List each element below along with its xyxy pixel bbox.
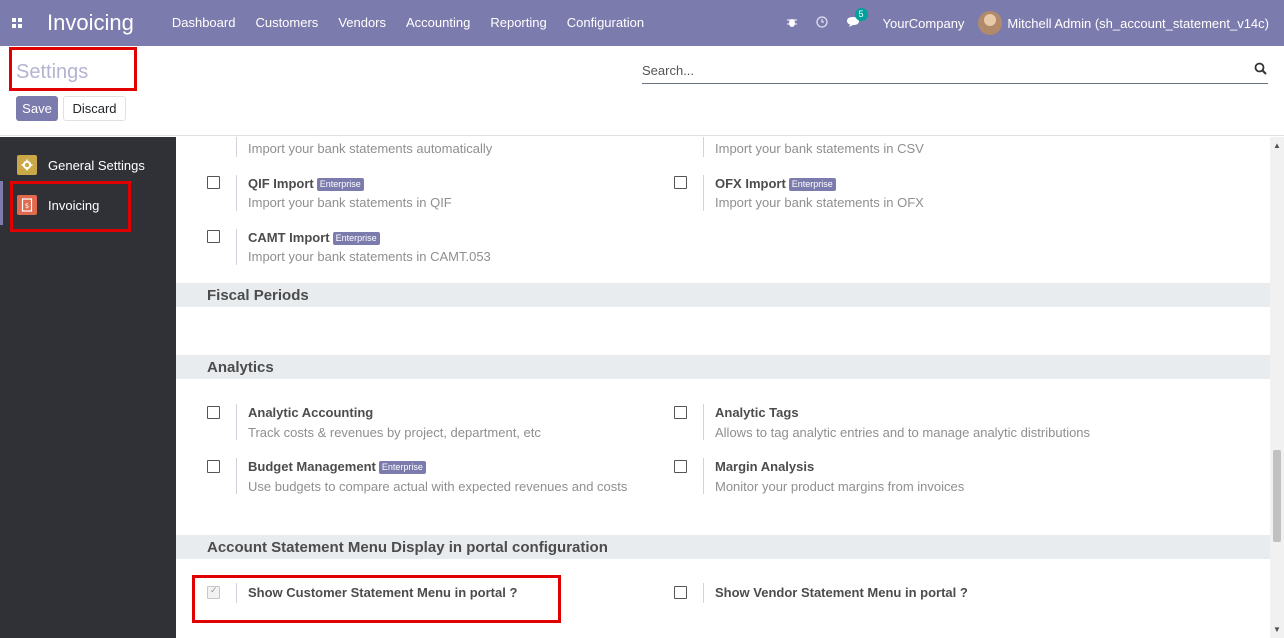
content-scrollbar[interactable]: ▲ ▼ (1270, 137, 1284, 638)
section-header-account-statement: Account Statement Menu Display in portal… (176, 535, 1270, 559)
menu-configuration[interactable]: Configuration (557, 0, 654, 46)
vendor-statement-checkbox[interactable] (674, 586, 687, 599)
setting-divider (236, 175, 237, 211)
main-menu: Dashboard Customers Vendors Accounting R… (162, 0, 654, 46)
setting-divider (703, 175, 704, 211)
camt-import-title: CAMT Import Enterprise (248, 230, 380, 245)
ofx-import-checkbox[interactable] (674, 176, 687, 189)
analytic-tags-checkbox[interactable] (674, 406, 687, 419)
gear-icon (17, 155, 37, 175)
ofx-import-title: OFX Import Enterprise (715, 176, 836, 191)
setting-description: Import your bank statements in CSV (715, 141, 924, 156)
setting-divider (236, 458, 237, 494)
settings-content: Import your bank statements automaticall… (176, 137, 1270, 638)
menu-vendors[interactable]: Vendors (328, 0, 396, 46)
section-header-fiscal-periods: Fiscal Periods (176, 283, 1270, 307)
menu-customers[interactable]: Customers (245, 0, 328, 46)
save-button[interactable]: Save (16, 96, 58, 121)
user-menu[interactable]: Mitchell Admin (sh_account_statement_v14… (1007, 16, 1269, 31)
setting-description: Monitor your product margins from invoic… (715, 479, 965, 494)
setting-divider (703, 583, 704, 603)
setting-title-text: OFX Import (715, 176, 786, 191)
camt-import-checkbox[interactable] (207, 230, 220, 243)
analytic-accounting-title: Analytic Accounting (248, 405, 374, 420)
margin-analysis-title: Margin Analysis (715, 459, 815, 474)
setting-description: Import your bank statements in OFX (715, 195, 924, 210)
menu-reporting[interactable]: Reporting (480, 0, 556, 46)
scroll-up-arrow-icon[interactable]: ▲ (1273, 141, 1281, 150)
menu-accounting[interactable]: Accounting (396, 0, 480, 46)
margin-analysis-checkbox[interactable] (674, 460, 687, 473)
sidebar-active-indicator (0, 181, 3, 225)
section-title: Fiscal Periods (207, 287, 309, 304)
section-title: Analytics (207, 359, 274, 376)
setting-description: Import your bank statements in CAMT.053 (248, 249, 491, 264)
messages-icon[interactable]: 5 (846, 7, 868, 31)
sidebar-item-label: General Settings (48, 157, 145, 173)
setting-divider (703, 137, 704, 157)
setting-divider (703, 404, 704, 440)
navbar-systray: 5 YourCompany Mitchell Admin (sh_account… (777, 0, 1284, 46)
control-panel: Settings Save Discard Search... (0, 46, 1284, 136)
section-title: Account Statement Menu Display in portal… (207, 539, 608, 556)
search-icon[interactable] (1254, 62, 1268, 76)
section-header-analytics: Analytics (176, 355, 1270, 379)
apps-menu-icon[interactable] (0, 0, 34, 46)
search-input[interactable]: Search... (642, 60, 1268, 84)
search-placeholder: Search... (642, 63, 695, 78)
sidebar-item-general-settings[interactable]: General Settings (17, 155, 145, 175)
enterprise-badge: Enterprise (316, 178, 364, 191)
budget-management-title: Budget Management Enterprise (248, 459, 426, 474)
setting-divider (236, 404, 237, 440)
budget-management-checkbox[interactable] (207, 460, 220, 473)
setting-description: Track costs & revenues by project, depar… (248, 425, 541, 440)
bug-icon[interactable] (786, 16, 798, 31)
enterprise-badge: Enterprise (378, 461, 426, 474)
qif-import-checkbox[interactable] (207, 176, 220, 189)
analytic-accounting-checkbox[interactable] (207, 406, 220, 419)
setting-description: Import your bank statements automaticall… (248, 141, 493, 156)
enterprise-badge: Enterprise (788, 178, 836, 191)
setting-description: Use budgets to compare actual with expec… (248, 479, 628, 494)
discard-button[interactable]: Discard (63, 96, 126, 121)
setting-description: Allows to tag analytic entries and to ma… (715, 425, 1091, 440)
setting-title-text: CAMT Import (248, 230, 330, 245)
setting-divider (236, 229, 237, 265)
menu-dashboard[interactable]: Dashboard (162, 0, 246, 46)
qif-import-title: QIF Import Enterprise (248, 176, 364, 191)
setting-divider (236, 137, 237, 157)
setting-divider (703, 458, 704, 494)
scroll-down-arrow-icon[interactable]: ▼ (1273, 625, 1281, 634)
setting-description: Import your bank statements in QIF (248, 195, 452, 210)
app-name[interactable]: Invoicing (47, 10, 134, 36)
messages-count-badge: 5 (854, 7, 868, 21)
clock-icon[interactable] (815, 15, 828, 31)
setting-title-text: Budget Management (248, 459, 376, 474)
highlight-box (192, 575, 561, 623)
analytic-tags-title: Analytic Tags (715, 405, 799, 420)
settings-sidebar: General Settings $ Invoicing (0, 137, 176, 638)
highlight-box (10, 181, 131, 232)
scrollbar-thumb[interactable] (1273, 450, 1281, 542)
user-avatar[interactable] (978, 11, 1003, 35)
highlight-box (9, 47, 137, 91)
setting-title-text: QIF Import (248, 176, 314, 191)
enterprise-badge: Enterprise (332, 232, 380, 245)
vendor-statement-title: Show Vendor Statement Menu in portal ? (715, 585, 968, 600)
top-navbar: Invoicing Dashboard Customers Vendors Ac… (0, 0, 1284, 46)
company-switcher[interactable]: YourCompany (883, 16, 965, 31)
